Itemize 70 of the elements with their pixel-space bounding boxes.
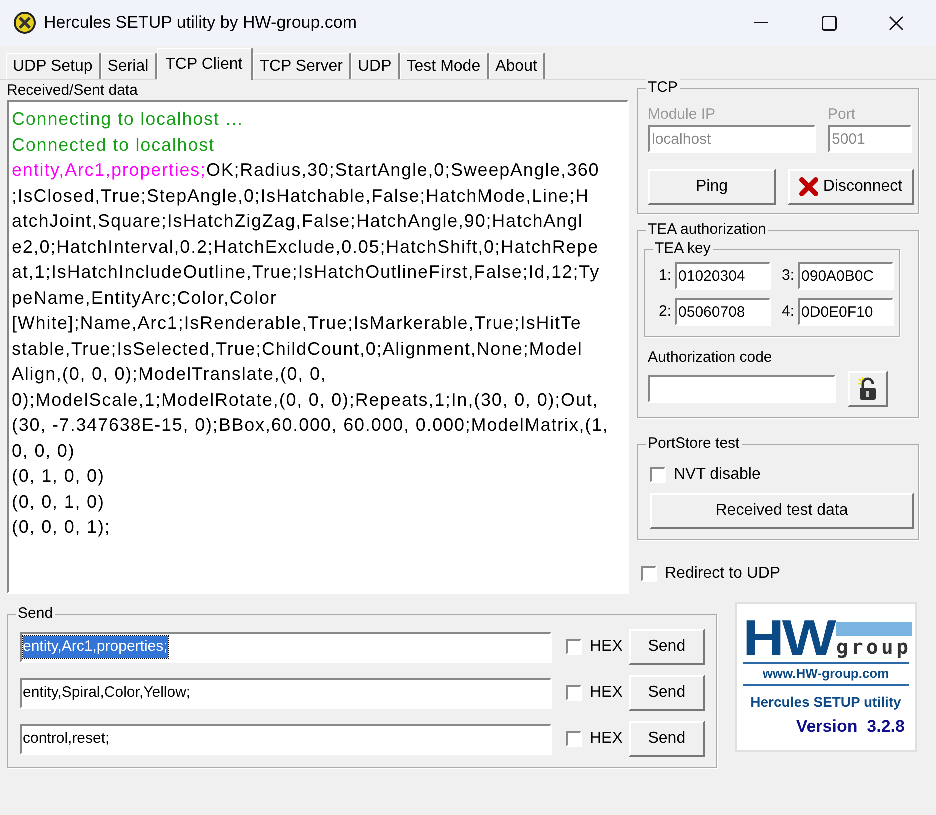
logo-url: www.HW-group.com — [762, 665, 890, 683]
checkbox[interactable] — [566, 639, 582, 655]
field-label: Port — [828, 105, 857, 125]
cross-icon — [799, 177, 820, 197]
log-text: OK;Radius,30;StartAngle,0;SweepAngle,360 — [206, 159, 600, 182]
checkbox-label: HEX — [590, 637, 623, 657]
log-text: 0);ModelScale,1;ModelRotate,(0, 0, 0);Repeats,1;In,(30, 0, 0);Out, — [12, 388, 599, 412]
log-text: atchJoint,Square;IsHatchZigZag,False;HatchAngle,90;HatchAngl — [12, 210, 584, 233]
app-icon — [12, 10, 38, 36]
send-field[interactable]: entity,Arc1,properties; — [20, 632, 552, 662]
minimize-icon[interactable] — [754, 22, 768, 24]
send-field[interactable]: entity,Spiral,Color,Yellow; — [20, 678, 552, 708]
send-field[interactable]: control,reset; — [20, 724, 552, 754]
window-title: Hercules SETUP utility by HW-group.com — [44, 12, 358, 34]
log-text: entity,Arc1,properties; — [12, 159, 206, 182]
log-text: peName,EntityArc;Color,Color — [12, 286, 278, 310]
maximize-icon[interactable] — [822, 16, 837, 30]
key-field[interactable]: 01020304 — [674, 262, 771, 290]
product-name: Hercules SETUP utility — [750, 693, 902, 712]
tab[interactable]: TCP Client — [156, 48, 253, 80]
log-text: (0, 1, 0, 0) — [12, 465, 105, 488]
logo-word: group — [836, 636, 912, 658]
checkbox-label: HEX — [590, 729, 623, 749]
field-label: Authorization code — [648, 349, 772, 366]
received-label: Received/Sent data — [7, 82, 138, 100]
logo-mark: HW — [743, 618, 834, 658]
log-text: (0, 0, 0, 1); — [12, 516, 111, 539]
log-text: Align,(0, 0, 0);ModelTranslate,(0, 0, — [12, 363, 327, 386]
log-text: e2,0;HatchInterval,0.2;HatchExclude,0.05;HatchShift,0;HatchRepe — [12, 236, 600, 259]
tab[interactable]: UDP Setup — [6, 53, 101, 79]
tab[interactable]: UDP — [351, 53, 400, 79]
disconnect-button[interactable]: Disconnect — [788, 169, 914, 205]
key-field[interactable]: 05060708 — [674, 298, 771, 326]
group-title: TEA key — [653, 240, 713, 258]
log-text: ;IsClosed,True;StepAngle,0;IsHatchable,False;HatchMode,Line;H — [12, 184, 590, 208]
key-label: 2: — [659, 302, 672, 322]
version-text: Version 3.2.8 — [796, 716, 905, 738]
checkbox-label: NVT disable — [674, 464, 761, 484]
checkbox[interactable] — [650, 466, 666, 482]
lock-button[interactable] — [848, 370, 888, 406]
log-text: [White];Name,Arc1;IsRenderable,True;IsMarkerable,True;IsHitTe — [12, 312, 582, 335]
tab[interactable]: About — [488, 53, 546, 79]
padlock-icon — [857, 376, 879, 400]
send-button[interactable]: Send — [628, 721, 705, 757]
checkbox[interactable] — [641, 566, 657, 582]
log-text: (0, 0, 1, 0) — [12, 490, 105, 514]
received-test-data-button[interactable]: Received test data — [650, 492, 914, 528]
log-text: 0, 0, 0) — [12, 440, 76, 463]
log-text: (30, -7.347638E-15, 0);BBox,60.000, 60.000, 0.000;ModelMatrix,(1, — [12, 414, 609, 437]
send-button[interactable]: Send — [628, 629, 705, 665]
key-label: 4: — [782, 302, 795, 322]
field-label: Module IP — [648, 105, 717, 125]
checkbox-label: HEX — [590, 683, 623, 703]
tab[interactable]: Test Mode — [400, 53, 489, 79]
authorization-code-field[interactable] — [648, 374, 836, 402]
send-button[interactable]: Send — [628, 675, 705, 711]
checkbox[interactable] — [566, 731, 582, 747]
ping-button[interactable]: Ping — [648, 169, 776, 205]
checkbox-label: Redirect to UDP — [665, 564, 781, 584]
key-label: 3: — [782, 266, 795, 286]
key-field[interactable]: 090A0B0C — [798, 262, 894, 290]
key-label: 1: — [659, 266, 672, 286]
log-text: Connected to localhost — [12, 134, 215, 156]
key-field[interactable]: 0D0E0F10 — [798, 298, 894, 326]
checkbox[interactable] — [566, 685, 582, 701]
log-text: at,1;IsHatchIncludeOutline,True;IsHatchOutlineFirst,False;Id,12;Ty — [12, 261, 600, 284]
tab[interactable]: TCP Server — [252, 53, 351, 79]
log-text: Connecting to localhost ... — [12, 108, 244, 131]
close-icon[interactable] — [889, 16, 904, 30]
log-text: stable,True;IsSelected,True;ChildCount,0;Alignment,None;Model — [12, 338, 583, 361]
